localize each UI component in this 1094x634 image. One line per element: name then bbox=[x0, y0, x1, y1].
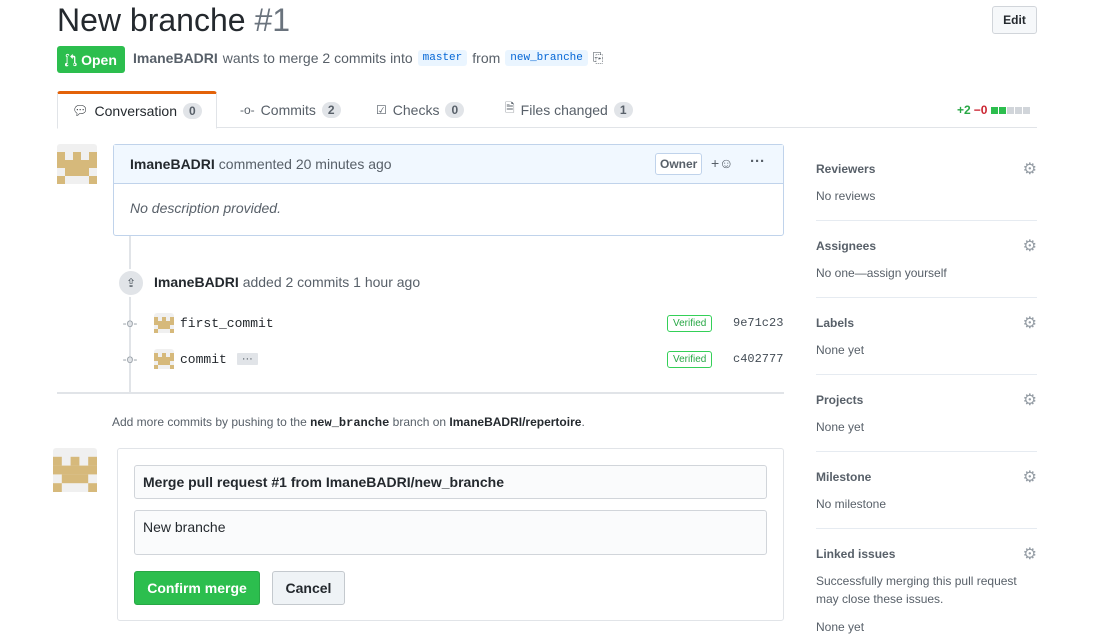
repo-push-icon: ⇪ bbox=[117, 269, 145, 297]
add-reaction-icon[interactable]: +☺ bbox=[711, 155, 733, 171]
status-badge: Open bbox=[57, 46, 125, 73]
commits-event: ImaneBADRI added 2 commits 1 hour ago bbox=[154, 274, 420, 290]
comment-body: No description provided. bbox=[130, 200, 281, 216]
tab-checks[interactable]: ☑ Checks 0 bbox=[362, 91, 478, 128]
status-label: Open bbox=[81, 51, 117, 68]
comment-box: ImaneBADRI commented 20 minutes ago Owne… bbox=[113, 144, 784, 236]
gear-icon[interactable]: ⚙ bbox=[1023, 390, 1037, 410]
edit-button[interactable]: Edit bbox=[992, 6, 1037, 34]
sidebar-heading[interactable]: Linked issues bbox=[816, 547, 1037, 561]
pr-title-text: New branche bbox=[57, 2, 246, 38]
checklist-icon: ☑ bbox=[376, 102, 387, 117]
sidebar-milestone: Milestone ⚙ No milestone bbox=[816, 467, 1037, 529]
sidebar-projects: Projects ⚙ None yet bbox=[816, 390, 1037, 452]
tab-count: 2 bbox=[321, 101, 341, 118]
git-commit-icon: -o- bbox=[122, 316, 138, 330]
sidebar-value-secondary: None yet bbox=[816, 620, 865, 634]
tab-commits[interactable]: -o- Commits 2 bbox=[226, 91, 355, 128]
from-text: from bbox=[472, 50, 501, 66]
diffstat-bar bbox=[990, 103, 1031, 117]
sidebar-heading[interactable]: Milestone bbox=[816, 470, 1037, 484]
timeline-divider bbox=[57, 392, 784, 394]
merge-text: wants to merge 2 commits into bbox=[222, 50, 413, 66]
tab-count: 0 bbox=[445, 101, 465, 118]
cancel-button[interactable]: Cancel bbox=[272, 571, 345, 605]
deletions-count: −0 bbox=[973, 103, 988, 117]
kebab-menu-icon[interactable]: ··· bbox=[750, 153, 765, 170]
file-diff-icon: 🗎︎ bbox=[505, 101, 515, 115]
sidebar-value[interactable]: No one—assign yourself bbox=[816, 264, 1037, 282]
tab-count: 1 bbox=[613, 101, 633, 118]
comment-author[interactable]: ImaneBADRI bbox=[130, 156, 215, 172]
sidebar-linked-issues: Linked issues ⚙ Successfully merging thi… bbox=[816, 544, 1037, 634]
push-note-repo: ImaneBADRI/repertoire bbox=[449, 415, 582, 429]
pull-request-icon bbox=[65, 53, 77, 66]
commit-sha[interactable]: 9e71c23 bbox=[733, 316, 783, 330]
expand-commit-button[interactable]: ··· bbox=[236, 353, 258, 365]
push-note-branch: new_branche bbox=[310, 416, 390, 430]
sidebar-value: None yet bbox=[816, 343, 865, 357]
diffstat: +2 −0 bbox=[957, 103, 1031, 117]
tab-label: Checks bbox=[392, 101, 440, 118]
git-commit-icon: -o- bbox=[240, 102, 255, 117]
tab-bar: 💬︎ Conversation 0 -o- Commits 2 ☑ Checks… bbox=[57, 91, 1037, 129]
merge-form: Merge pull request #1 from ImaneBADRI/ne… bbox=[117, 448, 784, 621]
comment-header: ImaneBADRI commented 20 minutes ago Owne… bbox=[114, 145, 783, 184]
tab-label: Conversation bbox=[94, 103, 178, 119]
gear-icon[interactable]: ⚙ bbox=[1023, 467, 1037, 487]
additions-count: +2 bbox=[957, 103, 971, 117]
tab-count: 0 bbox=[183, 103, 202, 119]
gear-icon[interactable]: ⚙ bbox=[1023, 159, 1037, 179]
pr-meta: ImaneBADRI wants to merge 2 commits into… bbox=[133, 50, 603, 66]
sidebar-heading[interactable]: Assignees bbox=[816, 239, 1037, 253]
avatar[interactable] bbox=[57, 144, 97, 184]
git-commit-icon: -o- bbox=[122, 352, 138, 366]
head-branch[interactable]: new_branche bbox=[505, 50, 588, 66]
comment-meta[interactable]: commented 20 minutes ago bbox=[219, 156, 392, 172]
sidebar-value: No milestone bbox=[816, 497, 887, 511]
merge-title-input[interactable]: Merge pull request #1 from ImaneBADRI/ne… bbox=[134, 465, 767, 499]
verified-badge[interactable]: Verified bbox=[667, 314, 713, 332]
owner-badge: Owner bbox=[655, 153, 703, 175]
commit-sha[interactable]: c402777 bbox=[733, 352, 783, 366]
sidebar-heading[interactable]: Projects bbox=[816, 393, 1037, 407]
pr-author[interactable]: ImaneBADRI bbox=[133, 50, 218, 66]
avatar[interactable] bbox=[53, 448, 97, 492]
sidebar-value: Successfully merging this pull request m… bbox=[816, 574, 1017, 606]
event-author[interactable]: ImaneBADRI bbox=[154, 274, 239, 290]
sidebar-heading[interactable]: Reviewers bbox=[816, 162, 1037, 176]
sidebar-value: None yet bbox=[816, 420, 865, 434]
push-note: Add more commits by pushing to the new_b… bbox=[112, 415, 585, 430]
commit-message[interactable]: first_commit bbox=[180, 316, 274, 331]
tab-files-changed[interactable]: 🗎︎ Files changed 1 bbox=[491, 91, 647, 128]
push-note-text: branch on bbox=[392, 415, 447, 429]
sidebar-value: No reviews bbox=[816, 189, 876, 203]
sidebar-reviewers: Reviewers ⚙ No reviews bbox=[816, 159, 1037, 221]
tab-conversation[interactable]: 💬︎ Conversation 0 bbox=[57, 91, 217, 129]
verified-badge[interactable]: Verified bbox=[667, 350, 713, 368]
confirm-merge-button[interactable]: Confirm merge bbox=[134, 571, 260, 605]
pr-number: #1 bbox=[254, 2, 291, 38]
gear-icon[interactable]: ⚙ bbox=[1023, 236, 1037, 256]
commit-row: -o- commit ··· Verified c402777 bbox=[120, 348, 784, 370]
gear-icon[interactable]: ⚙ bbox=[1023, 544, 1037, 564]
merge-description-input[interactable]: New branche bbox=[134, 510, 767, 555]
base-branch[interactable]: master bbox=[417, 50, 468, 66]
event-text: added 2 commits 1 hour ago bbox=[242, 274, 421, 290]
tab-label: Files changed bbox=[520, 101, 608, 118]
comment-discussion-icon: 💬︎ bbox=[72, 103, 89, 118]
copy-icon[interactable]: ⎘ bbox=[593, 50, 603, 66]
pr-title: New branche #1 bbox=[57, 2, 290, 39]
commit-message[interactable]: commit bbox=[180, 352, 227, 367]
avatar[interactable] bbox=[154, 349, 174, 369]
sidebar-labels: Labels ⚙ None yet bbox=[816, 313, 1037, 375]
tab-label: Commits bbox=[260, 101, 316, 118]
push-note-text: . bbox=[581, 415, 585, 429]
sidebar-heading[interactable]: Labels bbox=[816, 316, 1037, 330]
avatar[interactable] bbox=[154, 313, 174, 333]
push-note-text: Add more commits by pushing to the bbox=[112, 415, 307, 429]
sidebar-assignees: Assignees ⚙ No one—assign yourself bbox=[816, 236, 1037, 298]
gear-icon[interactable]: ⚙ bbox=[1023, 313, 1037, 333]
commit-row: -o- first_commit Verified 9e71c23 bbox=[120, 312, 784, 334]
